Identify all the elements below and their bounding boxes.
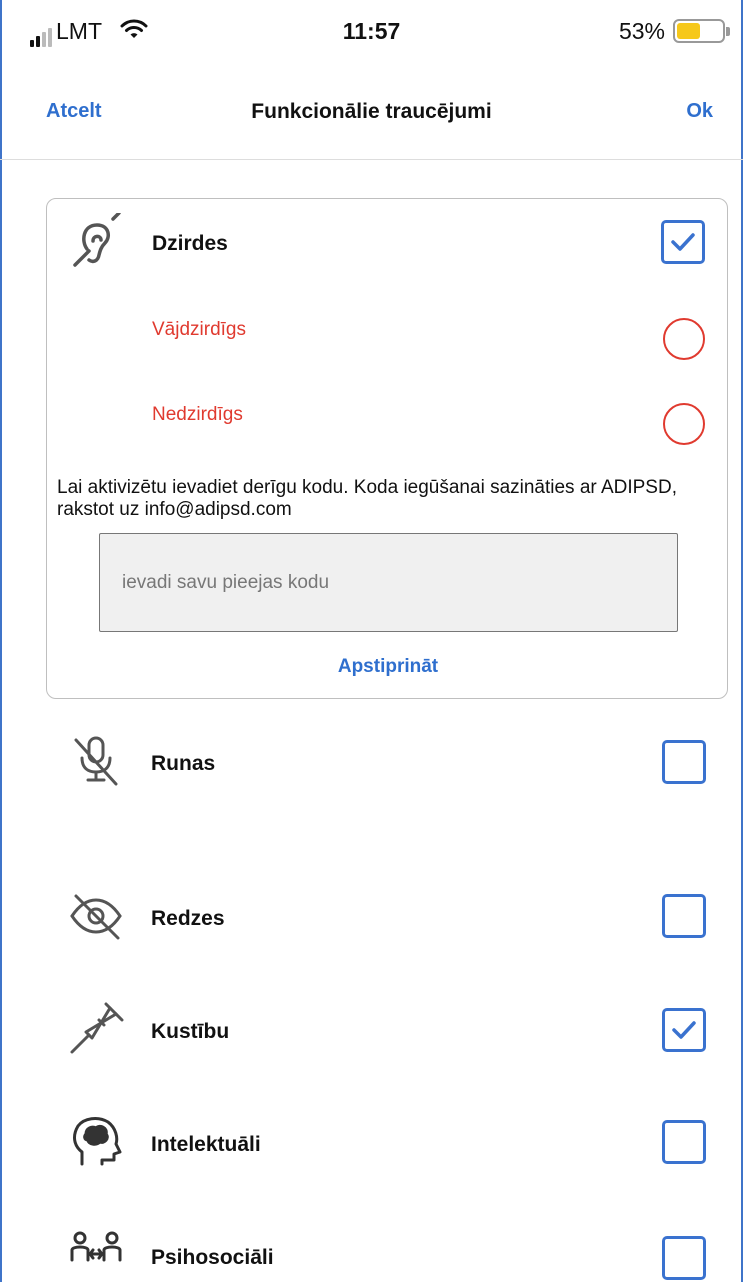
people-exchange-icon <box>66 1226 126 1282</box>
hearing-disabled-icon <box>67 211 127 273</box>
frame-left-edge <box>0 0 2 1282</box>
intellectual-label: Intelektuāli <box>151 1133 261 1156</box>
eye-off-icon <box>66 886 126 946</box>
status-bar: LMT 11:57 53% <box>0 0 743 64</box>
hearing-label: Dzirdes <box>152 232 228 255</box>
mobility-label: Kustību <box>151 1020 230 1043</box>
option-hard-of-hearing-label: Vājdzirdīgs <box>152 319 246 340</box>
mobility-checkbox[interactable] <box>662 1008 706 1052</box>
battery-icon <box>673 19 730 43</box>
ok-button[interactable]: Ok <box>686 100 713 123</box>
hearing-card: Dzirdes Vājdzirdīgs Nedzirdīgs Lai aktiv… <box>46 198 728 699</box>
confirm-button[interactable]: Apstiprināt <box>47 656 729 678</box>
crutch-icon <box>66 998 126 1058</box>
battery-percent: 53% <box>618 18 665 44</box>
vision-checkbox[interactable] <box>662 894 706 938</box>
battery-fill <box>677 23 701 39</box>
option-hard-of-hearing-radio[interactable] <box>663 318 705 360</box>
psychosocial-checkbox[interactable] <box>662 1236 706 1280</box>
option-deaf-label: Nedzirdīgs <box>152 404 243 425</box>
access-code-info: Lai aktivizētu ievadiet derīgu kodu. Kod… <box>57 477 677 520</box>
intellectual-checkbox[interactable] <box>662 1120 706 1164</box>
navigation-bar: Atcelt Funkcionālie traucējumi Ok <box>0 64 743 160</box>
page-title: Funkcionālie traucējumi <box>251 100 492 123</box>
checkmark-icon <box>671 233 695 251</box>
option-deaf-radio[interactable] <box>663 403 705 445</box>
speech-checkbox[interactable] <box>662 740 706 784</box>
checkmark-icon <box>672 1021 696 1039</box>
access-code-input[interactable] <box>99 533 678 632</box>
speech-label: Runas <box>151 752 216 775</box>
mic-off-icon <box>66 730 126 790</box>
vision-label: Redzes <box>151 907 225 930</box>
head-brain-icon <box>66 1112 126 1172</box>
hearing-checkbox[interactable] <box>661 220 705 264</box>
psychosocial-label: Psihosociāli <box>151 1246 274 1269</box>
